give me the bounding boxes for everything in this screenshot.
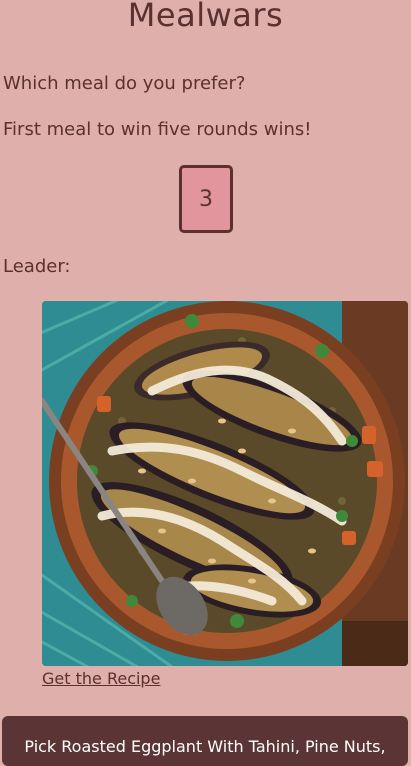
get-recipe-link[interactable]: Get the Recipe: [42, 669, 160, 688]
pick-meal-button[interactable]: Pick Roasted Eggplant With Tahini, Pine …: [2, 716, 408, 766]
app-title: Mealwars: [127, 0, 284, 34]
meal-photo[interactable]: [42, 301, 408, 666]
rules-text: First meal to win five rounds wins!: [3, 119, 312, 140]
leader-label: Leader:: [3, 256, 71, 277]
question-prompt: Which meal do you prefer?: [3, 73, 246, 94]
meal-photo-illustration: [42, 301, 408, 666]
round-number: 3: [199, 186, 213, 212]
round-counter: 3: [179, 165, 233, 233]
